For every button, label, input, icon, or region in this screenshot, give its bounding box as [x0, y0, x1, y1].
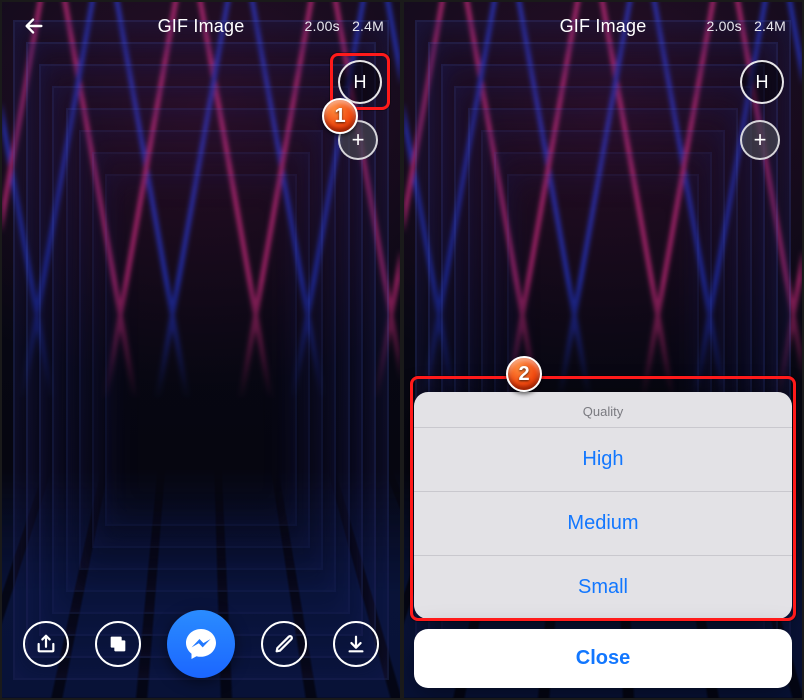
share-icon	[35, 633, 57, 655]
quality-close-button[interactable]: Close	[414, 629, 792, 688]
bottom-toolbar	[2, 610, 400, 678]
screen-right: GIF Image 2.00s 2.4M H + Quality High Me…	[404, 2, 802, 698]
download-icon	[345, 633, 367, 655]
duration-text: 2.00s	[707, 18, 742, 34]
download-button[interactable]	[333, 621, 379, 667]
quality-option-high[interactable]: High	[414, 427, 792, 491]
callout-2: 2	[506, 356, 542, 392]
header-meta: 2.00s 2.4M	[305, 18, 384, 34]
layers-icon	[107, 633, 129, 655]
pencil-icon	[273, 633, 295, 655]
quality-button[interactable]: H	[740, 60, 784, 104]
add-button[interactable]: +	[740, 120, 780, 160]
edit-button[interactable]	[261, 621, 307, 667]
arrow-left-icon	[23, 15, 45, 37]
quality-sheet: Quality High Medium Small	[414, 392, 792, 619]
quality-letter: H	[354, 72, 367, 93]
header: GIF Image 2.00s 2.4M	[404, 2, 802, 50]
quality-sheet-wrap: Quality High Medium Small Close	[414, 392, 792, 688]
share-button[interactable]	[23, 621, 69, 667]
messenger-icon	[183, 626, 219, 662]
quality-letter: H	[756, 72, 769, 93]
layers-button[interactable]	[95, 621, 141, 667]
duration-text: 2.00s	[305, 18, 340, 34]
size-text: 2.4M	[754, 18, 786, 34]
plus-icon: +	[754, 127, 767, 153]
quality-button[interactable]: H	[338, 60, 382, 104]
size-text: 2.4M	[352, 18, 384, 34]
header-meta: 2.00s 2.4M	[707, 18, 786, 34]
quality-sheet-title: Quality	[414, 392, 792, 427]
screen-left: GIF Image 2.00s 2.4M H + 1	[2, 2, 400, 698]
quality-option-medium[interactable]: Medium	[414, 491, 792, 555]
messenger-button[interactable]	[167, 610, 235, 678]
header: GIF Image 2.00s 2.4M	[2, 2, 400, 50]
callout-1: 1	[322, 98, 358, 134]
plus-icon: +	[352, 127, 365, 153]
back-button[interactable]	[18, 10, 50, 42]
quality-option-small[interactable]: Small	[414, 555, 792, 619]
